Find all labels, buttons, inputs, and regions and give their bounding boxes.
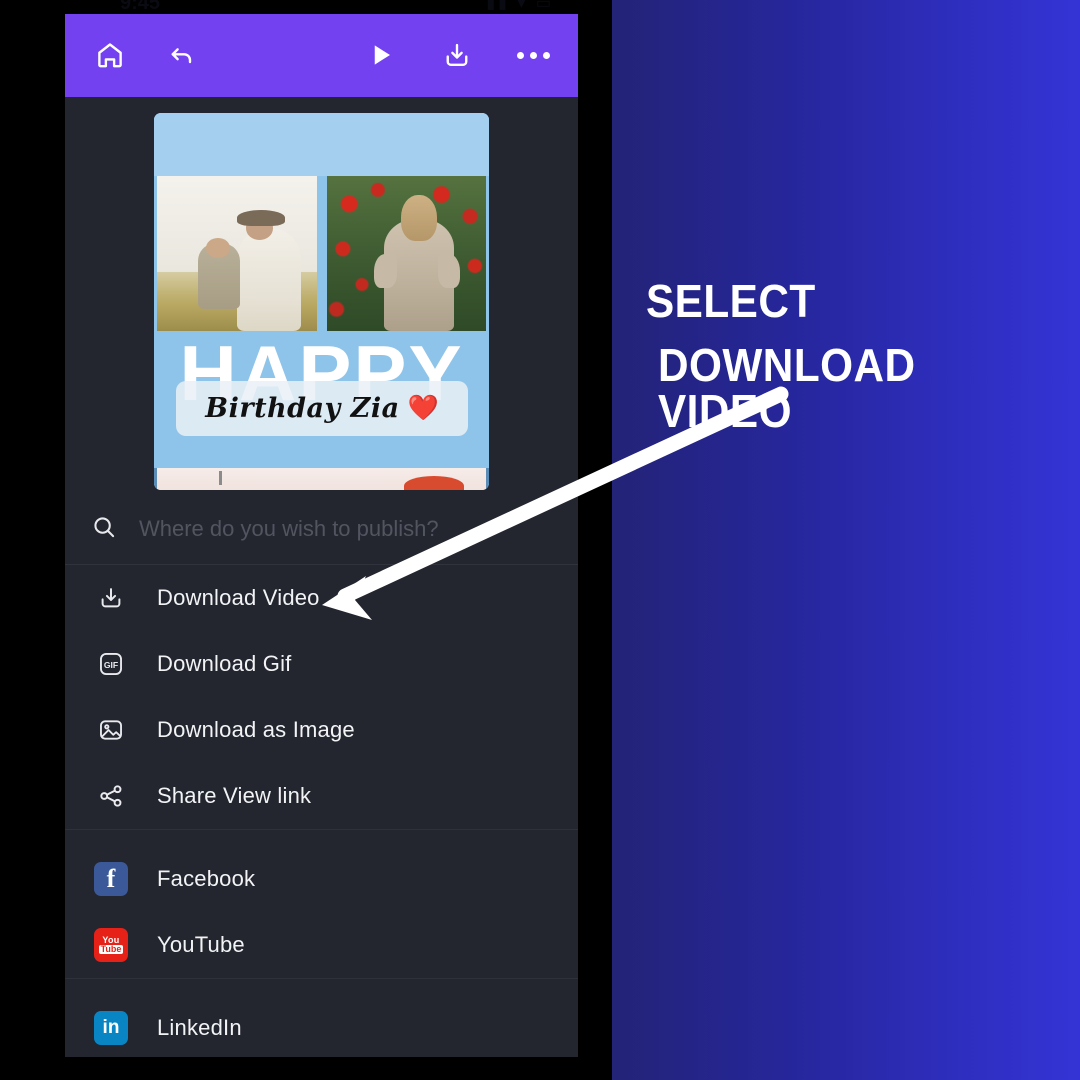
menu-item-label: Facebook	[157, 866, 256, 891]
photo-girl-in-poppies	[326, 176, 486, 331]
download-icon[interactable]	[438, 36, 476, 74]
gif-icon: GIF	[91, 644, 131, 684]
card-top-band	[154, 113, 489, 176]
promo-caption-line1: SELECT	[646, 275, 816, 327]
app-toolbar	[65, 13, 578, 97]
menu-item-download-as-image[interactable]: Download as Image	[65, 697, 578, 763]
design-card: HAPPY Birthday Zia ❤️	[154, 113, 489, 490]
menu-item-linkedin[interactable]: in LinkedIn	[65, 995, 578, 1057]
card-greeting-box: Birthday Zia ❤️	[176, 381, 468, 436]
phone-screen: 9:45 ▮▮ ▾ ▭ HAPPY Birthday Zia ❤️ Where …	[65, 0, 578, 1057]
screenshot-root: SELECT DOWNLOAD VIDEO 9:45 ▮▮ ▾ ▭ HAPPY …	[0, 0, 1080, 1080]
menu-item-label: Download as Image	[157, 717, 355, 742]
undo-icon[interactable]	[163, 36, 201, 74]
menu-item-label: Share View link	[157, 783, 312, 808]
search-icon	[91, 514, 117, 545]
card-greeting-text: Birthday Zia	[205, 393, 400, 424]
download-icon	[91, 578, 131, 618]
publish-search-bar[interactable]: Where do you wish to publish?	[65, 494, 578, 564]
status-bar: 9:45 ▮▮ ▾ ▭	[65, 0, 578, 14]
facebook-glyph: f	[94, 862, 128, 896]
status-bar-time: 9:45	[120, 0, 161, 14]
publish-menu: Download Video GIF Download Gif Download…	[65, 565, 578, 1057]
youtube-icon: You Tube	[91, 925, 131, 965]
card-bottom-strip	[157, 468, 486, 490]
menu-item-download-gif[interactable]: GIF Download Gif	[65, 631, 578, 697]
linkedin-icon: in	[91, 1008, 131, 1048]
toolbar-left-group	[91, 36, 201, 74]
share-icon	[91, 776, 131, 816]
menu-item-facebook[interactable]: f Facebook	[65, 846, 578, 912]
status-bar-indicators: ▮▮ ▾ ▭	[486, 0, 554, 12]
toolbar-right-group	[362, 36, 552, 74]
more-options-icon[interactable]	[514, 36, 552, 74]
home-icon[interactable]	[91, 36, 129, 74]
menu-item-label: Download Gif	[157, 651, 292, 676]
facebook-icon: f	[91, 859, 131, 899]
play-icon[interactable]	[362, 36, 400, 74]
svg-text:GIF: GIF	[104, 660, 118, 670]
menu-item-share-view-link[interactable]: Share View link	[65, 763, 578, 829]
promo-caption: SELECT DOWNLOAD VIDEO	[646, 278, 1066, 434]
design-preview[interactable]: HAPPY Birthday Zia ❤️	[154, 113, 489, 490]
linkedin-glyph: in	[94, 1011, 128, 1045]
image-icon	[91, 710, 131, 750]
menu-item-youtube[interactable]: You Tube YouTube	[65, 912, 578, 978]
search-input[interactable]: Where do you wish to publish?	[139, 516, 439, 542]
youtube-glyph: You Tube	[94, 928, 128, 962]
photo-mother-and-child	[157, 176, 317, 331]
menu-item-label: Download Video	[157, 585, 320, 610]
promo-caption-line2: DOWNLOAD VIDEO	[658, 339, 916, 437]
menu-item-label: LinkedIn	[157, 1015, 242, 1040]
menu-item-download-video[interactable]: Download Video	[65, 565, 578, 631]
menu-item-label: YouTube	[157, 932, 245, 957]
promo-panel: SELECT DOWNLOAD VIDEO	[612, 0, 1080, 1080]
heart-icon: ❤️	[407, 394, 439, 422]
photo-row	[157, 176, 486, 331]
